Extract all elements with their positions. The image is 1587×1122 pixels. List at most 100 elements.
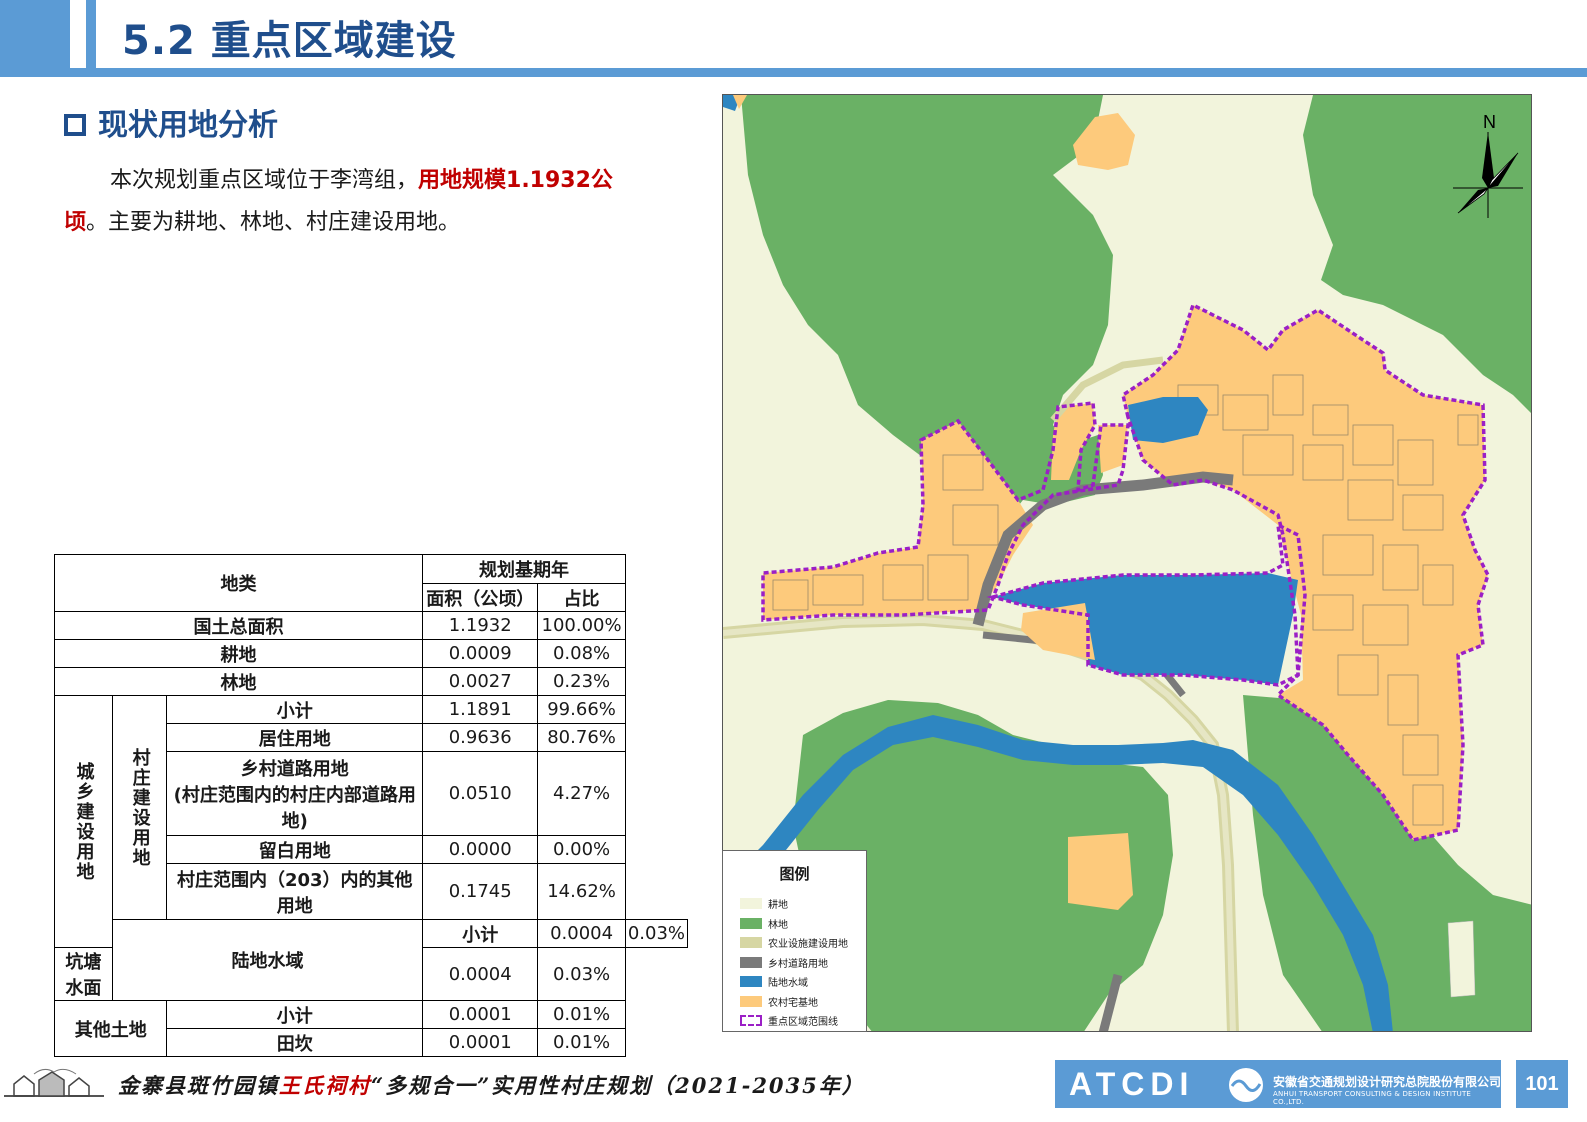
legend-item: 农业设施建设用地 xyxy=(723,933,866,953)
legend-item: 重点区域范围线 xyxy=(723,1011,866,1031)
table-row: 林地 0.0027 0.23% xyxy=(53,667,688,696)
row-area: 0.0004 xyxy=(422,947,539,1001)
legend-swatch xyxy=(740,1015,762,1027)
header-decor-stripe xyxy=(86,0,96,68)
row-area: 0.0000 xyxy=(422,835,539,864)
legend-label: 耕地 xyxy=(768,900,788,912)
row-ratio: 0.00% xyxy=(537,835,626,864)
table-row: 城乡建设用地 村庄建设用地 小计 1.1891 99.66% xyxy=(54,695,688,948)
row-ratio: 4.27% xyxy=(537,751,626,836)
row-area: 1.1932 xyxy=(422,611,539,640)
legend-swatch xyxy=(740,917,762,929)
company-logo: ATCDI 安徽省交通规划设计研究总院股份有限公司 ANHUI TRANSPOR… xyxy=(1055,1060,1501,1108)
legend-label: 重点区域范围线 xyxy=(768,1017,838,1029)
row-ratio: 99.66% xyxy=(537,695,626,724)
intro-text: 本次规划重点区域位于李湾组， xyxy=(110,168,419,193)
legend-swatch xyxy=(740,956,762,968)
legend-item: 农村宅基地 xyxy=(723,992,866,1012)
square-bullet-icon xyxy=(64,114,86,136)
logo-emblem-icon xyxy=(1229,1068,1263,1102)
farmland-patch xyxy=(1447,920,1476,998)
row-name: 留白用地 xyxy=(166,835,424,864)
row-ratio: 0.23% xyxy=(537,667,626,696)
group-urban-rural: 城乡建设用地 xyxy=(54,695,113,948)
row-area: 0.0004 xyxy=(537,919,626,948)
footer-village: 王氏祠村 xyxy=(279,1073,371,1098)
row-name: 耕地 xyxy=(53,639,424,668)
company-name: 安徽省交通规划设计研究总院股份有限公司 xyxy=(1273,1075,1502,1089)
intro-paragraph: 本次规划重点区域位于李湾组，用地规模1.1932公顷。主要为耕地、林地、村庄建设… xyxy=(64,160,634,244)
header-decor-block xyxy=(0,0,70,68)
row-area: 0.0001 xyxy=(422,1000,539,1029)
table-row: 陆地水域 小计 0.0004 0.03% xyxy=(55,919,689,1001)
row-name: 乡村道路用地 (村庄范围内的村庄内部道路用地) xyxy=(166,751,424,836)
intro-text-end: 。主要为耕地、林地、村庄建设用地。 xyxy=(86,210,461,235)
section-title: 现状用地分析 xyxy=(64,100,278,144)
legend-title: 图例 xyxy=(779,865,810,883)
section-title-text: 现状用地分析 xyxy=(98,108,278,143)
header-bar xyxy=(0,68,1587,77)
row-ratio: 0.03% xyxy=(537,947,626,1001)
legend-label: 农业设施建设用地 xyxy=(768,939,848,951)
legend-label: 乡村道路用地 xyxy=(768,958,828,970)
row-name: 国土总面积 xyxy=(53,611,424,640)
row-ratio: 0.01% xyxy=(537,1028,626,1057)
row-name: 小计 xyxy=(166,1000,424,1029)
row-name: 小计 xyxy=(166,695,424,724)
village-sketch-icon xyxy=(4,1066,104,1100)
row-name-line2: (村庄范围内的村庄内部道路用地) xyxy=(173,784,416,832)
row-area: 0.0009 xyxy=(422,639,539,668)
homestead-parcel xyxy=(1068,833,1133,910)
land-use-table: 地类 规划基期年 面积（公顷） 占比 国土总面积 1.1932 100.00% … xyxy=(53,554,689,1057)
row-name: 坑塘水面 xyxy=(54,947,113,1001)
row-name: 小计 xyxy=(422,919,539,948)
legend-item: 林地 xyxy=(723,914,866,934)
row-area: 0.0001 xyxy=(422,1028,539,1057)
row-area: 0.0027 xyxy=(422,667,539,696)
footer-project-title: 金寨县斑竹园镇王氏祠村“多规合一”实用性村庄规划（2021-2035年） xyxy=(118,1070,865,1100)
row-ratio: 14.62% xyxy=(537,863,626,920)
table-row: 其他土地 小计 0.0001 0.01% xyxy=(53,1000,688,1057)
footer-text-start: 金寨县斑竹园镇 xyxy=(118,1073,279,1098)
north-label: N xyxy=(1483,112,1496,132)
table-row: 耕地 0.0009 0.08% xyxy=(53,639,688,668)
table-row: 国土总面积 1.1932 100.00% xyxy=(53,611,688,640)
row-name: 居住用地 xyxy=(166,723,424,752)
row-name: 林地 xyxy=(53,667,424,696)
legend-label: 林地 xyxy=(768,919,788,931)
legend-swatch xyxy=(740,898,762,910)
row-ratio: 0.01% xyxy=(537,1000,626,1029)
row-area: 0.9636 xyxy=(422,723,539,752)
legend-item: 陆地水域 xyxy=(723,972,866,992)
footer-text-end: “多规合一”实用性村庄规划（2021-2035年） xyxy=(371,1073,865,1098)
row-ratio: 0.03% xyxy=(624,919,689,948)
legend-item: 乡村道路用地 xyxy=(723,953,866,973)
header-area: 面积（公顷） xyxy=(422,583,539,612)
page-title: 5.2 重点区域建设 xyxy=(122,18,457,64)
legend-label: 农村宅基地 xyxy=(768,997,818,1009)
row-ratio: 100.00% xyxy=(537,611,626,640)
logo-acronym: ATCDI xyxy=(1069,1066,1195,1102)
map-legend: 图例 耕地 林地 农业设施建设用地 乡村道路用地 陆地水域 农村宅基地 重点区域… xyxy=(722,850,867,1032)
row-area: 0.0510 xyxy=(422,751,539,836)
legend-label: 陆地水域 xyxy=(768,978,808,990)
legend-swatch xyxy=(740,937,762,949)
page-number: 101 xyxy=(1516,1060,1568,1108)
legend-swatch xyxy=(740,976,762,988)
row-name-line1: 乡村道路用地 xyxy=(240,758,349,780)
row-area: 0.1745 xyxy=(422,863,539,920)
header-ratio: 占比 xyxy=(537,583,626,612)
company-name-en: ANHUI TRANSPORT CONSULTING & DESIGN INST… xyxy=(1273,1090,1472,1106)
row-ratio: 0.08% xyxy=(537,639,626,668)
row-ratio: 80.76% xyxy=(537,723,626,752)
legend-swatch xyxy=(740,995,762,1007)
group-village: 村庄建设用地 xyxy=(111,695,168,920)
header-base-year: 规划基期年 xyxy=(422,554,626,584)
legend-item: 耕地 xyxy=(723,894,866,914)
row-area: 1.1891 xyxy=(422,695,539,724)
row-name: 田坎 xyxy=(166,1028,424,1057)
row-name: 村庄范围内（203）内的其他用地 xyxy=(166,863,424,920)
group-water: 陆地水域 xyxy=(111,919,424,1001)
north-arrow-icon: N xyxy=(1448,108,1528,218)
header-land-type: 地类 xyxy=(53,554,424,612)
